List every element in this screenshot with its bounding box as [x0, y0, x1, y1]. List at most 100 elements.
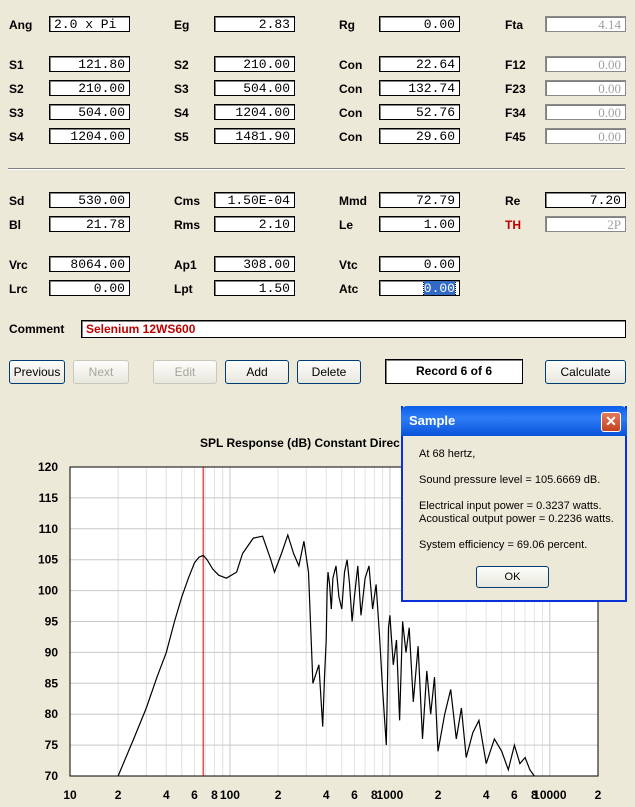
sd-field[interactable]: 530.00 [49, 192, 130, 208]
le-field[interactable]: 1.00 [379, 216, 460, 232]
f34-field: 0.00 [545, 104, 626, 120]
lpt-field[interactable]: 1.50 [214, 280, 295, 296]
dialog-titlebar: Sample [401, 406, 627, 436]
label-vrc: Vrc [9, 258, 28, 272]
y-tick-label: 70 [45, 769, 59, 783]
s2-row-field[interactable]: 210.00 [49, 80, 130, 96]
y-tick-label: 120 [38, 460, 58, 474]
x-tick-label: 6 [191, 788, 198, 802]
comment-field[interactable]: Selenium 12WS600 [81, 320, 626, 338]
y-tick-label: 115 [39, 491, 59, 505]
eg-field[interactable]: 2.83 [214, 16, 295, 32]
con1-field[interactable]: 22.64 [379, 56, 460, 72]
delete-button[interactable]: Delete [297, 360, 361, 384]
s5-field[interactable]: 1481.90 [214, 128, 295, 144]
dialog-frequency-text: At 68 hertz, [419, 448, 476, 460]
record-indicator: Record 6 of 6 [385, 359, 523, 384]
label-bl: Bl [9, 218, 21, 232]
con4-field[interactable]: 29.60 [379, 128, 460, 144]
ok-button[interactable]: OK [476, 566, 549, 588]
close-icon[interactable]: ✕ [601, 412, 621, 432]
next-button[interactable]: Next [73, 360, 129, 384]
f12-field: 0.00 [545, 56, 626, 72]
label-rg: Rg [339, 18, 355, 32]
s2-field[interactable]: 210.00 [214, 56, 295, 72]
x-tick-label: 2 [115, 788, 122, 802]
mmd-field[interactable]: 72.79 [379, 192, 460, 208]
vrc-field[interactable]: 8064.00 [49, 256, 130, 272]
lrc-field[interactable]: 0.00 [49, 280, 130, 296]
dialog-output-power-text: Acoustical output power = 0.2236 watts. [419, 513, 614, 525]
f45-field: 0.00 [545, 128, 626, 144]
rg-field[interactable]: 0.00 [379, 16, 460, 32]
con2-field[interactable]: 132.74 [379, 80, 460, 96]
rms-field[interactable]: 2.10 [214, 216, 295, 232]
bl-field[interactable]: 21.78 [49, 216, 130, 232]
label-le: Le [339, 218, 354, 232]
label-s4: S4 [174, 106, 189, 120]
label-con4: Con [339, 130, 363, 144]
label-ang: Ang [9, 18, 33, 32]
x-tick-label: 2 [275, 788, 282, 802]
ap1-field[interactable]: 308.00 [214, 256, 295, 272]
separator [8, 168, 625, 170]
y-tick-label: 105 [38, 553, 58, 567]
y-tick-label: 100 [38, 584, 58, 598]
label-s3: S3 [174, 82, 189, 96]
x-tick-label: 6 [351, 788, 358, 802]
x-tick-label: 4 [163, 788, 170, 802]
s4-field[interactable]: 1204.00 [214, 104, 295, 120]
label-mmd: Mmd [339, 194, 367, 208]
label-th: TH [505, 218, 521, 232]
label-con3: Con [339, 106, 363, 120]
label-con1: Con [339, 58, 363, 72]
x-tick-label: 2 [595, 788, 602, 802]
dialog-spl-text: Sound pressure level = 105.6669 dB. [419, 474, 601, 486]
fta-field: 4.14 [545, 16, 626, 32]
label-rms: Rms [174, 218, 201, 232]
label-s3-row: S3 [9, 106, 24, 120]
s4-row-field[interactable]: 1204.00 [49, 128, 130, 144]
label-fta: Fta [505, 18, 523, 32]
chart-title: SPL Response (dB) Constant Direc [200, 436, 400, 450]
x-tick-label: 2 [435, 788, 442, 802]
con3-field[interactable]: 52.76 [379, 104, 460, 120]
cms-field[interactable]: 1.50E-04 [214, 192, 295, 208]
label-comment: Comment [9, 322, 65, 336]
label-s4-row: S4 [9, 130, 24, 144]
label-cms: Cms [174, 194, 201, 208]
s3-field[interactable]: 504.00 [214, 80, 295, 96]
label-f23: F23 [505, 82, 526, 96]
label-eg: Eg [174, 18, 190, 32]
y-tick-label: 110 [39, 522, 59, 536]
label-atc: Atc [339, 282, 359, 296]
label-s2-row: S2 [9, 82, 24, 96]
label-s2: S2 [174, 58, 189, 72]
x-tick-label: 10000 [533, 788, 567, 802]
label-con2: Con [339, 82, 363, 96]
dialog-title: Sample [409, 413, 456, 428]
label-f45: F45 [505, 130, 526, 144]
previous-button[interactable]: Previous [9, 360, 65, 384]
x-tick-label: 4 [323, 788, 330, 802]
s3-row-field[interactable]: 504.00 [49, 104, 130, 120]
y-tick-label: 75 [45, 738, 59, 752]
x-tick-label: 4 [483, 788, 490, 802]
x-tick-label: 6 [511, 788, 518, 802]
dialog-input-power-text: Electrical input power = 0.3237 watts. [419, 500, 602, 512]
label-ap1: Ap1 [174, 258, 197, 272]
label-s1: S1 [9, 58, 24, 72]
edit-button[interactable]: Edit [153, 360, 217, 384]
label-lpt: Lpt [174, 282, 193, 296]
label-sd: Sd [9, 194, 25, 208]
vtc-field[interactable]: 0.00 [379, 256, 460, 272]
label-lrc: Lrc [9, 282, 28, 296]
add-button[interactable]: Add [225, 360, 289, 384]
re-field[interactable]: 7.20 [545, 192, 626, 208]
ang-field[interactable]: 2.0 x Pi [49, 16, 130, 32]
label-s5: S5 [174, 130, 189, 144]
th-field: 2P [545, 216, 626, 232]
calculate-button[interactable]: Calculate [545, 360, 626, 384]
atc-field[interactable]: 0.00 [379, 280, 460, 296]
s1-field[interactable]: 121.80 [49, 56, 130, 72]
